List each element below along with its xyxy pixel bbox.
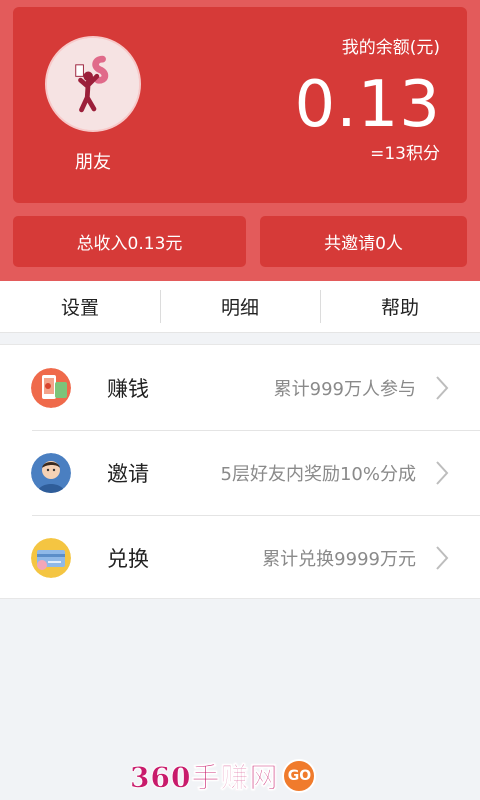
tab-settings[interactable]: 设置 [0, 281, 160, 332]
menu-item-title: 赚钱 [107, 376, 149, 401]
tab-details[interactable]: 明细 [160, 281, 320, 332]
menu-item-subtitle: 累计兑换9999万元 [262, 548, 416, 570]
total-income-button[interactable]: 总收入0.13元 [13, 216, 246, 267]
tab-help[interactable]: 帮助 [320, 281, 480, 332]
chevron-right-icon [435, 375, 449, 401]
tab-bar: 设置 明细 帮助 [0, 281, 480, 333]
go-badge-icon: GO [282, 759, 317, 793]
chevron-right-icon [435, 545, 449, 571]
watermark-text: 360手赚网 [130, 761, 279, 795]
chevron-right-icon [435, 460, 449, 486]
menu-item-invite[interactable]: 邀请 5层好友内奖励10%分成 [0, 430, 480, 515]
balance-card: 朋友 我的余额(元) 0.13 =13积分 [13, 7, 467, 203]
menu-item-earn[interactable]: 赚钱 累计999万人参与 [0, 345, 480, 430]
money-person-icon [47, 38, 139, 130]
earn-phone-icon [31, 367, 71, 408]
menu-item-title: 邀请 [107, 461, 149, 486]
nickname: 朋友 [75, 152, 111, 173]
invite-person-icon [31, 452, 71, 493]
menu-item-exchange[interactable]: 兑换 累计兑换9999万元 [0, 515, 480, 600]
balance-value: 0.13 [294, 68, 441, 142]
menu-list: 赚钱 累计999万人参与 邀请 5层好友内奖励10%分成 兑换 累计兑换9999… [0, 344, 480, 599]
menu-item-subtitle: 累计999万人参与 [273, 378, 416, 400]
balance-label: 我的余额(元) [341, 38, 440, 58]
cash-card-icon [31, 537, 71, 578]
menu-item-title: 兑换 [107, 546, 149, 571]
total-invites-button[interactable]: 共邀请0人 [260, 216, 467, 267]
menu-item-subtitle: 5层好友内奖励10%分成 [220, 463, 416, 485]
points-value: =13积分 [370, 144, 440, 164]
avatar[interactable] [45, 36, 141, 132]
watermark-logo: 360手赚网 GO [130, 756, 317, 796]
header-area: 朋友 我的余额(元) 0.13 =13积分 总收入0.13元 共邀请0人 [0, 0, 480, 281]
